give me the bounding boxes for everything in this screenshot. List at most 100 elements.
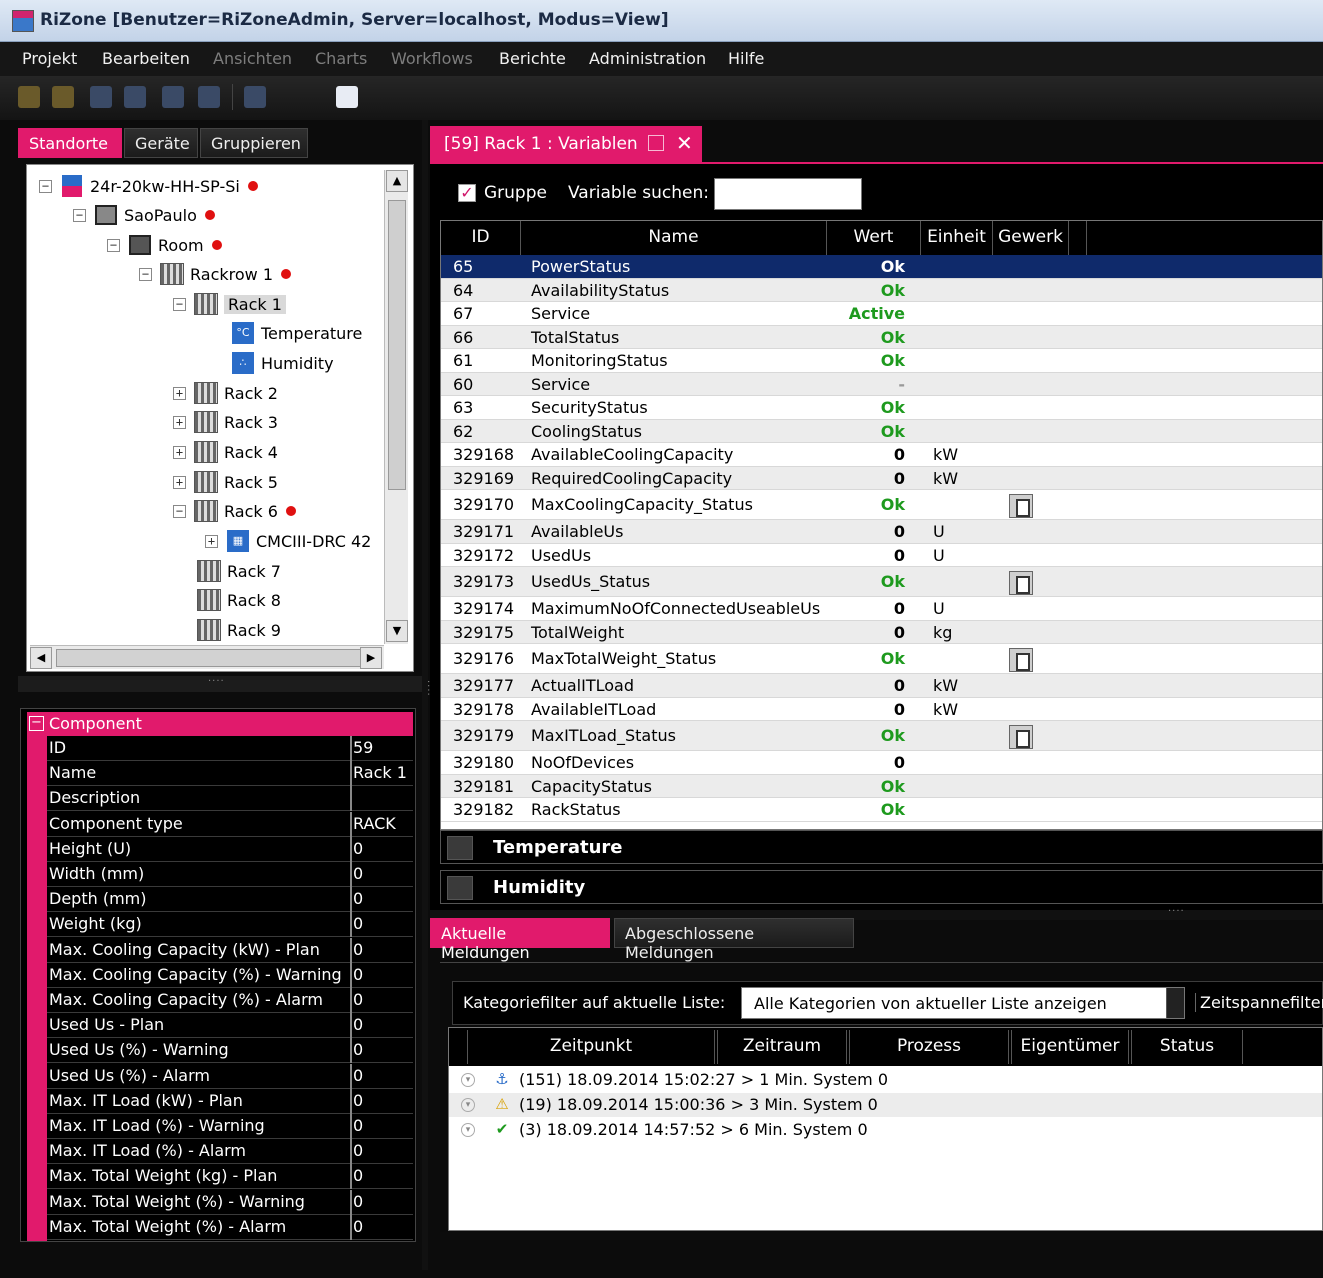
tree-vertical-scrollbar[interactable]: ▲ ▼ bbox=[384, 170, 408, 644]
collapse-icon[interactable]: − bbox=[39, 179, 52, 193]
variable-row[interactable]: 329174 MaximumNoOfConnectedUseableUs 0 U bbox=[441, 597, 1322, 621]
property-row[interactable]: Max. Total Weight (kg) - Plan 0 bbox=[47, 1164, 413, 1190]
variable-row[interactable]: 66 TotalStatus Ok bbox=[441, 325, 1322, 349]
expand-icon[interactable]: + bbox=[173, 415, 186, 429]
forward-icon[interactable] bbox=[162, 86, 184, 108]
property-value[interactable]: 0 bbox=[353, 1040, 411, 1059]
tree-node-rack-5[interactable]: + Rack 5 bbox=[173, 469, 278, 495]
property-value[interactable]: 59 bbox=[353, 738, 411, 757]
variable-row[interactable]: 329177 ActualITLoad 0 kW bbox=[441, 674, 1322, 698]
property-category[interactable]: − Component bbox=[27, 712, 413, 736]
column-divider[interactable] bbox=[350, 736, 352, 761]
property-value[interactable]: 0 bbox=[353, 1015, 411, 1034]
tab-gruppieren[interactable]: Gruppieren bbox=[200, 128, 308, 158]
scroll-thumb[interactable] bbox=[388, 200, 406, 490]
property-value[interactable]: 0 bbox=[353, 864, 411, 883]
property-row[interactable]: Max. IT Load (kW) - Plan 0 bbox=[47, 1088, 413, 1114]
property-row[interactable]: Max. IT Load (%) - Alarm 0 bbox=[47, 1139, 413, 1165]
property-value[interactable]: 0 bbox=[353, 889, 411, 908]
group-checkbox[interactable]: ✓ bbox=[458, 184, 476, 202]
tab-standorte[interactable]: Standorte bbox=[18, 128, 122, 158]
collapse-icon[interactable]: − bbox=[139, 267, 152, 281]
document-arrow-icon[interactable] bbox=[336, 86, 358, 108]
column-divider[interactable] bbox=[350, 1139, 352, 1165]
pin-icon[interactable] bbox=[648, 135, 664, 151]
column-prozess[interactable]: Prozess bbox=[849, 1030, 1009, 1064]
variable-search-input[interactable] bbox=[714, 178, 862, 210]
property-value[interactable]: 0 bbox=[353, 1217, 411, 1236]
variable-row[interactable]: 329179 MaxITLoad_Status Ok bbox=[441, 721, 1322, 751]
menu-projekt[interactable]: Projekt bbox=[22, 49, 77, 68]
tree-node-rack-7[interactable]: Rack 7 bbox=[197, 558, 281, 584]
menu-workflows[interactable]: Workflows bbox=[391, 49, 473, 68]
variable-row[interactable]: 65 PowerStatus Ok bbox=[441, 255, 1322, 279]
tree-node-rack-9[interactable]: Rack 9 bbox=[197, 617, 281, 643]
property-value[interactable]: 0 bbox=[353, 1066, 411, 1085]
expand-group-icon[interactable] bbox=[447, 876, 473, 900]
left-splitter[interactable]: ···· bbox=[18, 676, 422, 692]
collapse-icon[interactable]: − bbox=[73, 208, 86, 222]
expand-icon[interactable]: + bbox=[173, 475, 186, 489]
tree-node-saopaulo[interactable]: − SaoPaulo bbox=[73, 202, 215, 228]
menu-charts[interactable]: Charts bbox=[315, 49, 367, 68]
tab-aktuelle-meldungen[interactable]: Aktuelle Meldungen bbox=[430, 918, 610, 962]
export-icon[interactable] bbox=[198, 86, 220, 108]
menu-ansichten[interactable]: Ansichten bbox=[213, 49, 292, 68]
column-divider[interactable] bbox=[350, 962, 352, 988]
scroll-up-icon[interactable]: ▲ bbox=[386, 170, 408, 192]
column-divider[interactable] bbox=[350, 1214, 352, 1240]
column-name[interactable]: Name bbox=[521, 221, 827, 255]
property-row[interactable]: Depth (mm) 0 bbox=[47, 887, 413, 913]
tree-node-humidity[interactable]: ∴ Humidity bbox=[231, 350, 334, 376]
variable-row[interactable]: 61 MonitoringStatus Ok bbox=[441, 349, 1322, 373]
property-row[interactable]: Max. IT Load (%) - Warning 0 bbox=[47, 1114, 413, 1139]
variable-row[interactable]: 329180 NoOfDevices 0 bbox=[441, 751, 1322, 775]
tree-node-cmciii[interactable]: + ▦ CMCIII-DRC 42 bbox=[205, 528, 371, 554]
scroll-left-icon[interactable]: ◀ bbox=[30, 647, 52, 669]
column-wert[interactable]: Wert bbox=[827, 221, 921, 255]
column-divider[interactable] bbox=[350, 1088, 352, 1114]
tree-node-temperature[interactable]: °C Temperature bbox=[231, 320, 362, 346]
variable-row[interactable]: 60 Service - bbox=[441, 372, 1322, 396]
collapse-icon[interactable]: − bbox=[173, 297, 186, 311]
column-gewerk[interactable]: Gewerk bbox=[993, 221, 1069, 255]
scroll-down-icon[interactable]: ▼ bbox=[386, 620, 408, 642]
property-row[interactable]: Max. Cooling Capacity (kW) - Plan 0 bbox=[47, 937, 413, 963]
move-icon[interactable] bbox=[124, 86, 146, 108]
timespan-filter-label[interactable]: Zeitspannefilter bbox=[1195, 993, 1323, 1012]
column-divider[interactable] bbox=[350, 937, 352, 963]
property-value[interactable]: 0 bbox=[353, 965, 411, 984]
column-divider[interactable] bbox=[350, 1013, 352, 1039]
tree-node-site[interactable]: − 24r-20kw-HH-SP-Si bbox=[39, 173, 258, 199]
property-row[interactable]: Used Us (%) - Alarm 0 bbox=[47, 1063, 413, 1089]
collapse-icon[interactable]: − bbox=[107, 238, 120, 252]
tree-node-rackrow-1[interactable]: − Rackrow 1 bbox=[139, 261, 291, 287]
property-value[interactable]: 0 bbox=[353, 839, 411, 858]
column-divider[interactable] bbox=[350, 988, 352, 1013]
new-project-icon[interactable] bbox=[18, 86, 40, 108]
column-extra[interactable] bbox=[1069, 221, 1087, 255]
property-value[interactable]: 0 bbox=[353, 1192, 411, 1211]
property-row[interactable]: Weight (kg) 0 bbox=[47, 912, 413, 938]
column-status[interactable]: Status bbox=[1131, 1030, 1243, 1064]
menu-hilfe[interactable]: Hilfe bbox=[728, 49, 764, 68]
variable-row[interactable]: 329173 UsedUs_Status Ok bbox=[441, 567, 1322, 597]
main-splitter[interactable]: ···· bbox=[422, 120, 433, 1270]
collapse-icon[interactable]: − bbox=[173, 504, 186, 518]
variable-row[interactable]: 329175 TotalWeight 0 kg bbox=[441, 620, 1322, 644]
tab-abgeschlossene-meldungen[interactable]: Abgeschlossene Meldungen bbox=[614, 918, 854, 962]
variable-row[interactable]: 329181 CapacityStatus Ok bbox=[441, 774, 1322, 798]
expand-icon[interactable]: + bbox=[173, 386, 186, 400]
column-divider[interactable] bbox=[350, 761, 352, 787]
column-divider[interactable] bbox=[350, 811, 352, 837]
row-expand-icon[interactable]: ▾ bbox=[461, 1073, 475, 1087]
property-row[interactable]: Max. Cooling Capacity (%) - Alarm 0 bbox=[47, 988, 413, 1013]
column-divider[interactable] bbox=[350, 1063, 352, 1089]
variable-row[interactable]: 329168 AvailableCoolingCapacity 0 kW bbox=[441, 443, 1322, 467]
property-row[interactable]: Width (mm) 0 bbox=[47, 862, 413, 887]
tree-node-rack-4[interactable]: + Rack 4 bbox=[173, 439, 278, 465]
property-row[interactable]: Height (U) 0 bbox=[47, 836, 413, 862]
property-value[interactable]: 0 bbox=[353, 940, 411, 959]
variable-row[interactable]: 329170 MaxCoolingCapacity_Status Ok bbox=[441, 490, 1322, 520]
tree-node-rack-8[interactable]: Rack 8 bbox=[197, 587, 281, 613]
